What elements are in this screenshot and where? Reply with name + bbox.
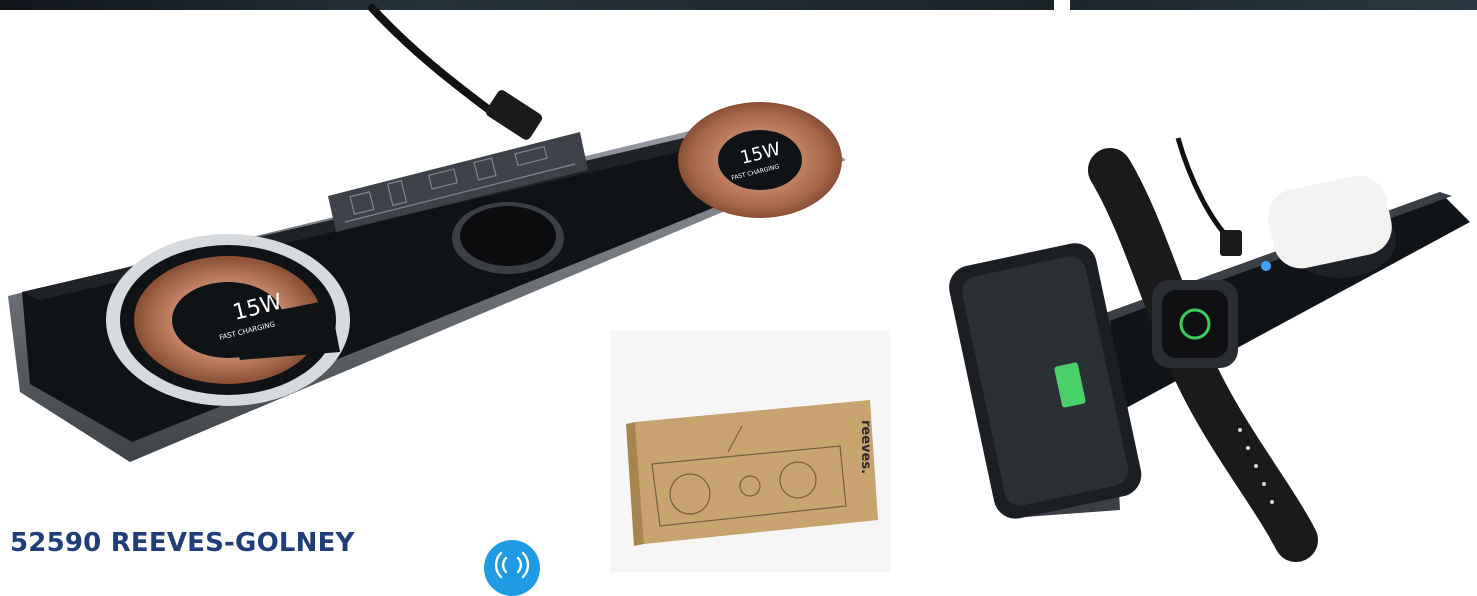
packaging-brand: reeves. [858,420,873,474]
packaging-box-image: reeves. [610,330,890,572]
wireless-charging-icon [494,551,530,579]
product-title: 52590 REEVES-GOLNEY [10,528,355,558]
wireless-charging-badge [484,540,540,596]
top-photo-band-right [1070,0,1477,10]
charger-in-use-image [949,137,1470,562]
